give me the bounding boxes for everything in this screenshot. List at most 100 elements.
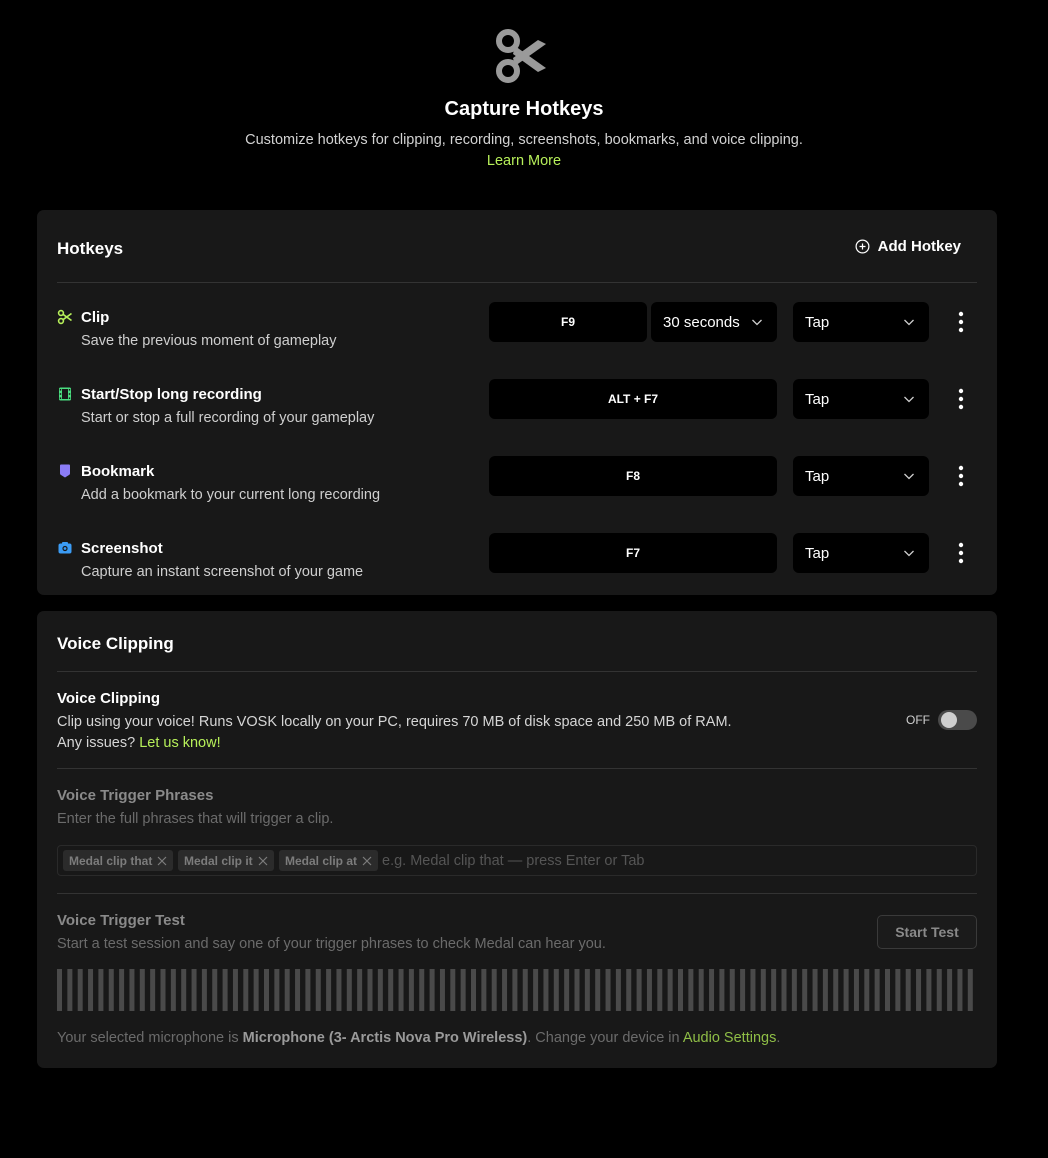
meter-bar bbox=[98, 969, 104, 1011]
hotkey-key-button[interactable]: F7 bbox=[489, 533, 777, 573]
meter-bar bbox=[957, 969, 963, 1011]
close-icon[interactable] bbox=[258, 856, 268, 866]
meter-bar bbox=[160, 969, 166, 1011]
meter-bar bbox=[315, 969, 321, 1011]
meter-bar bbox=[336, 969, 342, 1011]
voice-clipping-panel: Voice Clipping Voice Clipping Clip using… bbox=[37, 611, 997, 1068]
select-value: Tap bbox=[805, 313, 830, 331]
phrase-chip: Medal clip it bbox=[178, 850, 274, 871]
meter-bar bbox=[812, 969, 818, 1011]
divider bbox=[57, 282, 977, 283]
chevron-down-icon bbox=[904, 473, 914, 480]
voice-issues-line: Any issues? Let us know! bbox=[57, 735, 221, 751]
phrase-chip-label: Medal clip it bbox=[184, 853, 253, 868]
hotkey-description: Start or stop a full recording of your g… bbox=[81, 410, 375, 426]
meter-bar bbox=[512, 969, 518, 1011]
meter-bar bbox=[253, 969, 259, 1011]
meter-bar bbox=[781, 969, 787, 1011]
meter-bar bbox=[284, 969, 290, 1011]
meter-bar bbox=[419, 969, 425, 1011]
meter-bar bbox=[67, 969, 73, 1011]
toggle-knob bbox=[941, 712, 957, 728]
meter-bar bbox=[729, 969, 735, 1011]
meter-bar bbox=[740, 969, 746, 1011]
trigger-mode-select[interactable]: Tap bbox=[793, 379, 929, 419]
meter-bar bbox=[584, 969, 590, 1011]
microphone-name: Microphone (3- Arctis Nova Pro Wireless) bbox=[242, 1030, 528, 1046]
meter-bar bbox=[377, 969, 383, 1011]
meter-bar bbox=[119, 969, 125, 1011]
audio-settings-link[interactable]: Audio Settings bbox=[683, 1030, 777, 1046]
mic-mid: . Change your device in bbox=[527, 1030, 680, 1046]
phrase-input[interactable] bbox=[382, 850, 972, 871]
meter-bar bbox=[533, 969, 539, 1011]
meter-bar bbox=[243, 969, 249, 1011]
more-options-icon[interactable] bbox=[951, 387, 971, 411]
meter-bar bbox=[170, 969, 176, 1011]
meter-bar bbox=[698, 969, 704, 1011]
trigger-test-description: Start a test session and say one of your… bbox=[57, 936, 606, 952]
voice-clipping-toggle[interactable] bbox=[938, 710, 977, 730]
meter-bar bbox=[750, 969, 756, 1011]
add-hotkey-button[interactable]: Add Hotkey bbox=[855, 238, 961, 255]
hotkey-key-button[interactable]: ALT + F7 bbox=[489, 379, 777, 419]
meter-bar bbox=[222, 969, 228, 1011]
phrase-chip-label: Medal clip that bbox=[69, 853, 153, 868]
phrase-chip: Medal clip at bbox=[279, 850, 379, 871]
hotkey-description: Add a bookmark to your current long reco… bbox=[81, 487, 381, 503]
meter-bar bbox=[895, 969, 901, 1011]
close-icon[interactable] bbox=[362, 856, 372, 866]
hotkey-description: Capture an instant screenshot of your ga… bbox=[81, 564, 364, 580]
meter-bar bbox=[491, 969, 497, 1011]
meter-bar bbox=[760, 969, 766, 1011]
plus-circle-icon bbox=[855, 239, 870, 254]
chevron-down-icon bbox=[904, 319, 914, 326]
more-options-icon[interactable] bbox=[951, 310, 971, 334]
divider bbox=[57, 671, 977, 672]
meter-bar bbox=[295, 969, 301, 1011]
more-options-icon[interactable] bbox=[951, 464, 971, 488]
meter-bar bbox=[150, 969, 156, 1011]
meter-bar bbox=[201, 969, 207, 1011]
start-test-button[interactable]: Start Test bbox=[877, 915, 977, 949]
learn-more-link[interactable]: Learn More bbox=[487, 153, 561, 169]
trigger-mode-select[interactable]: Tap bbox=[793, 533, 929, 573]
meter-bar bbox=[388, 969, 394, 1011]
meter-bar bbox=[688, 969, 694, 1011]
meter-bar bbox=[709, 969, 715, 1011]
meter-bar bbox=[853, 969, 859, 1011]
issues-prefix: Any issues? bbox=[57, 735, 136, 751]
meter-bar bbox=[57, 969, 62, 1011]
clip-duration-select[interactable]: 30 seconds bbox=[651, 302, 777, 342]
meter-bar bbox=[885, 969, 890, 1011]
trigger-mode-select[interactable]: Tap bbox=[793, 302, 929, 342]
meter-bar bbox=[791, 969, 797, 1011]
bookmark-icon bbox=[60, 464, 70, 478]
meter-bar bbox=[129, 969, 135, 1011]
select-value: 30 seconds bbox=[663, 313, 740, 331]
chevron-down-icon bbox=[904, 550, 914, 557]
scissors-icon bbox=[496, 29, 546, 83]
phrase-chip-label: Medal clip at bbox=[285, 853, 358, 868]
meter-bar bbox=[460, 969, 466, 1011]
trigger-test-title: Voice Trigger Test bbox=[57, 912, 185, 929]
meter-bar bbox=[667, 969, 673, 1011]
meter-bar bbox=[678, 969, 683, 1011]
meter-bar bbox=[326, 969, 332, 1011]
phrase-chip: Medal clip that bbox=[63, 850, 174, 871]
hotkey-key-button[interactable]: F9 bbox=[489, 302, 647, 342]
close-icon[interactable] bbox=[157, 856, 167, 866]
meter-bar bbox=[191, 969, 197, 1011]
hotkey-key-button[interactable]: F8 bbox=[489, 456, 777, 496]
meter-bar bbox=[357, 969, 363, 1011]
meter-bar bbox=[843, 969, 849, 1011]
meter-bar bbox=[916, 969, 922, 1011]
meter-bar bbox=[181, 969, 187, 1011]
trigger-mode-select[interactable]: Tap bbox=[793, 456, 929, 496]
meter-bar bbox=[88, 969, 94, 1011]
meter-bar bbox=[626, 969, 632, 1011]
more-options-icon[interactable] bbox=[951, 541, 971, 565]
meter-bar bbox=[481, 969, 487, 1011]
let-us-know-link[interactable]: Let us know! bbox=[139, 735, 220, 751]
trigger-phrases-field[interactable]: Medal clip that Medal clip it Medal clip… bbox=[57, 845, 977, 876]
